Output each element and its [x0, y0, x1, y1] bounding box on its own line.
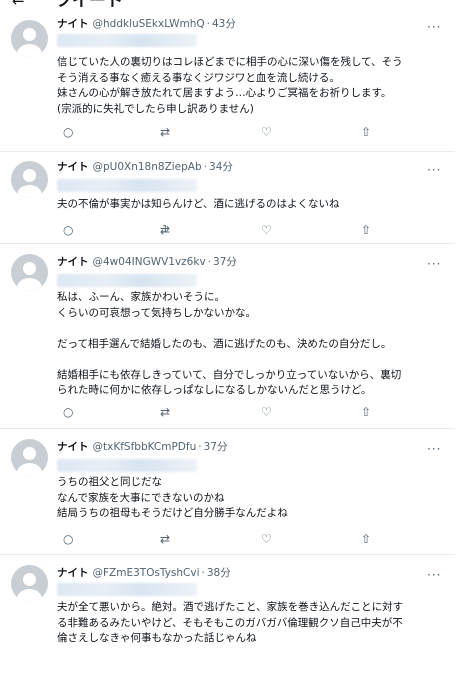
timestamp[interactable]: 37分 — [204, 441, 228, 453]
tweet[interactable]: ナイト @pU0Xn18n8ZiepAb · 34分 ··· 夫の不倫が事実かは知らん… — [0, 152, 455, 244]
user-handle[interactable]: @FZmE3TOsTyshCvi — [93, 567, 200, 579]
share-icon[interactable]: ⇧ — [361, 124, 371, 140]
timestamp[interactable]: 37分 — [213, 256, 237, 268]
avatar[interactable] — [11, 439, 48, 476]
reply-context-redacted — [57, 34, 197, 47]
user-handle[interactable]: @hddkluSEkxLWmhQ — [93, 18, 205, 30]
user-handle[interactable]: @pU0Xn18n8ZiepAb — [93, 161, 202, 173]
avatar[interactable] — [11, 565, 48, 602]
tweet[interactable]: ナイト @FZmE3TOsTyshCvi · 38分 ··· 夫が全て悪いから。絶対。… — [0, 555, 455, 680]
more-options-icon[interactable]: ··· — [427, 258, 441, 270]
timestamp[interactable]: 38分 — [207, 567, 231, 579]
tweet-text: 夫が全て悪いから。絶対。酒で逃げたこと、家族を巻き込んだことに対す る非難あるみ… — [57, 601, 404, 644]
top-bar: ← ツイート — [0, 0, 468, 12]
share-icon[interactable]: ⇧ — [361, 531, 371, 547]
tweet-header: ナイト @4w04INGWV1vz6kv · 37分 — [57, 256, 237, 268]
timestamp[interactable]: 34分 — [209, 161, 233, 173]
tweet-text: うちの祖父と同じだな なんで家族を大事にできないのかね 結局うちの祖母もそうだけ… — [57, 476, 288, 519]
more-options-icon[interactable]: ··· — [427, 443, 441, 455]
page-title: ツイート — [55, 0, 123, 11]
reply-context-redacted — [57, 179, 197, 192]
tweet-header: ナイト @FZmE3TOsTyshCvi · 38分 — [57, 567, 231, 579]
tweet[interactable]: ナイト @4w04INGWV1vz6kv · 37分 ··· 私は、ふーん、家族かわい… — [0, 244, 455, 429]
reply-icon[interactable]: ○ — [63, 222, 73, 238]
more-options-icon[interactable]: ··· — [427, 21, 441, 33]
share-icon[interactable]: ⇧ — [361, 222, 371, 238]
more-options-icon[interactable]: ··· — [427, 164, 441, 176]
tweet-text: 夫の不倫が事実かは知らんけど、酒に逃げるのはよくないね — [57, 198, 340, 210]
timestamp[interactable]: 43分 — [212, 18, 236, 30]
avatar[interactable] — [11, 161, 48, 198]
tweet-actions: ○ ⇄ ♡ ⇧ — [63, 531, 372, 547]
reply-context-redacted — [57, 274, 197, 287]
display-name[interactable]: ナイト — [57, 567, 89, 579]
display-name[interactable]: ナイト — [57, 161, 89, 173]
display-name[interactable]: ナイト — [57, 18, 89, 30]
tweet-text: 私は、ふーん、家族かわいそうに。 くらいの可哀想って気持ちしかないかな。 だって… — [57, 291, 402, 396]
display-name[interactable]: ナイト — [57, 441, 89, 453]
tweet-header: ナイト @hddkluSEkxLWmhQ · 43分 — [57, 18, 236, 30]
reply-icon[interactable]: ○ — [63, 531, 73, 547]
tweet-actions: ○ ⇄ 1 ♡ ⇧ — [63, 222, 372, 238]
tweet-text: 信じていた人の裏切りはコレほどまでに相手の心に深い傷を残して、そう そう消える事… — [57, 56, 403, 115]
user-handle[interactable]: @4w04INGWV1vz6kv — [93, 256, 206, 268]
more-options-icon[interactable]: ··· — [427, 569, 441, 581]
share-icon[interactable]: ⇧ — [361, 404, 371, 420]
avatar[interactable] — [11, 20, 48, 57]
user-handle[interactable]: @txKfSfbbKCmPDfu — [93, 441, 197, 453]
tweet-header: ナイト @txKfSfbbKCmPDfu · 37分 — [57, 441, 228, 453]
tweet-actions: ○ ⇄ ♡ ⇧ — [63, 404, 372, 420]
tweet-header: ナイト @pU0Xn18n8ZiepAb · 34分 — [57, 161, 233, 173]
reply-context-redacted — [57, 459, 197, 472]
reply-icon[interactable]: ○ — [63, 404, 73, 420]
tweet[interactable]: ナイト @txKfSfbbKCmPDfu · 37分 ··· うちの祖父と同じだな な… — [0, 429, 455, 555]
display-name[interactable]: ナイト — [57, 256, 89, 268]
back-arrow-icon[interactable]: ← — [12, 0, 25, 10]
reply-context-redacted — [57, 583, 197, 596]
tweet-actions: ○ ⇄ ♡ ⇧ — [63, 124, 372, 140]
reply-icon[interactable]: ○ — [63, 124, 73, 140]
avatar[interactable] — [11, 254, 48, 291]
tweet[interactable]: ナイト @hddkluSEkxLWmhQ · 43分 ··· 信じていた人の裏切りはコ… — [0, 0, 455, 152]
